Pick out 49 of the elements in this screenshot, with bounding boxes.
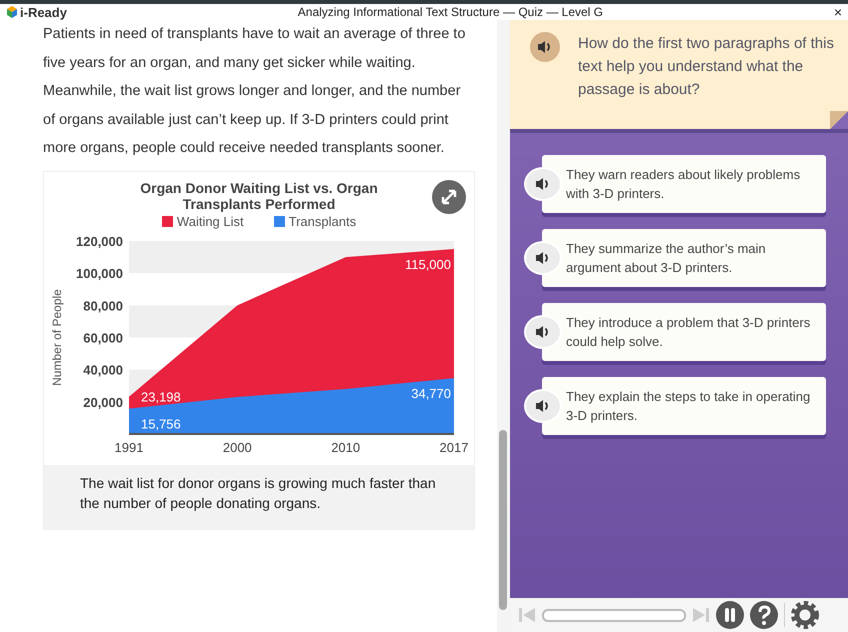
answer-option[interactable]: They warn readers about likely problems with 3-D printers.: [542, 155, 826, 213]
logo: i-Ready: [6, 4, 67, 20]
speaker-icon: [537, 40, 553, 54]
x-tick-label: 2017: [440, 440, 468, 454]
y-axis-label: Number of People: [50, 288, 64, 386]
x-tick-label: 2010: [331, 440, 360, 454]
speaker-icon: [535, 399, 551, 413]
pause-icon[interactable]: [716, 601, 744, 629]
answer-option[interactable]: They introduce a problem that 3-D printers could help solve.: [542, 303, 826, 361]
audio-button[interactable]: [530, 32, 560, 62]
speaker-icon: [535, 177, 551, 191]
close-button[interactable]: ×: [834, 4, 842, 20]
passage-text: Patients in need of transplants have to wait an average of three to five years for an organ, and many get sicker while waiting. Meanwhile, the wait list grows longer and longer, and the number of organs available just can’t keep up. If 3-D printers could print more organs, people could receive needed transplants sooner.: [43, 25, 466, 158]
legend-swatch: [274, 216, 285, 226]
help-icon[interactable]: [750, 601, 778, 629]
page-fold: [830, 111, 848, 129]
chart-title: Organ Donor Waiting List vs. Organ Transplants Performed: [139, 180, 379, 212]
y-tick-label: 20,000: [83, 394, 123, 410]
answer-option[interactable]: They summarize the author’s main argument about 3-D printers.: [542, 229, 826, 287]
audio-button[interactable]: [524, 241, 562, 275]
y-tick-label: 120,000: [76, 234, 123, 248]
cube-icon: [6, 6, 18, 18]
y-tick-label: 100,000: [76, 266, 123, 281]
expand-icon: [440, 188, 458, 206]
audio-button[interactable]: [524, 315, 562, 349]
y-tick-label: 40,000: [83, 362, 123, 378]
data-label: 23,198: [141, 389, 181, 404]
legend-swatch: [162, 216, 173, 226]
speaker-icon: [535, 325, 551, 339]
settings-icon[interactable]: [791, 601, 819, 629]
y-tick-label: 60,000: [83, 330, 123, 345]
answer-option[interactable]: They explain the steps to take in operating 3-D printers.: [542, 377, 826, 435]
legend-label: Transplants: [288, 214, 356, 228]
chart-caption: The wait list for donor organs is growing much faster than the number of people donating organs.: [44, 464, 474, 528]
speaker-icon: [535, 251, 551, 265]
audio-button[interactable]: [524, 389, 562, 423]
data-label: 34,770: [411, 386, 451, 401]
question-text: How do the first two paragraphs of this text help you understand what the passage is about?: [578, 34, 834, 100]
scrollbar[interactable]: [497, 20, 510, 632]
window-title: Analyzing Informational Text Structure — Quiz — Level G: [296, 5, 604, 19]
data-label: 115,000: [404, 256, 451, 272]
x-tick-label: 1991: [114, 440, 144, 454]
x-tick-label: 2000: [222, 440, 252, 454]
expand-button[interactable]: [432, 180, 466, 214]
y-tick-label: 80,000: [83, 298, 123, 313]
legend-label: Waiting List: [176, 214, 244, 228]
audio-button[interactable]: [524, 167, 562, 201]
progress-track[interactable]: [542, 608, 686, 622]
data-label: 15,756: [141, 416, 181, 432]
